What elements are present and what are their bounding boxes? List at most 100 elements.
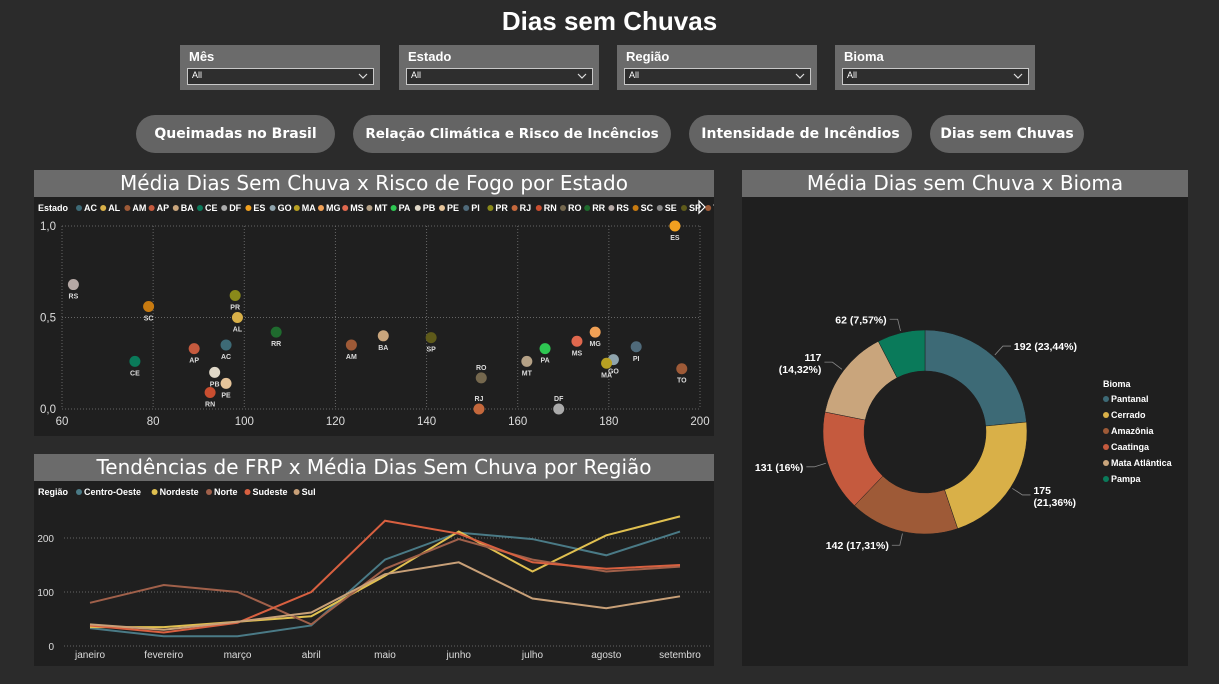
leader-line	[1012, 488, 1031, 496]
y-tick-label: 200	[37, 534, 54, 545]
x-tick-label: 60	[56, 416, 69, 428]
filter-bioma-dropdown[interactable]: All	[842, 68, 1029, 85]
point-label: AC	[221, 354, 231, 361]
legend-item-cerrado: Cerrado	[1111, 410, 1146, 420]
leader-line	[994, 345, 1011, 356]
chevron-down-icon	[577, 73, 587, 79]
slice-label: 175	[1033, 485, 1051, 497]
series-line-nordeste	[90, 515, 681, 629]
filter-mes: Mês All	[180, 45, 380, 90]
point-label: TO	[677, 378, 687, 385]
point-label: BA	[378, 345, 388, 352]
line-panel: Tendências de FRP x Média Dias Sem Chuva…	[34, 454, 714, 666]
point-rs	[67, 279, 79, 291]
legend-item-norte: Norte	[214, 487, 238, 497]
leader-line	[824, 361, 843, 370]
legend-item-ac: AC	[84, 203, 97, 213]
legend-item-caatinga: Caatinga	[1111, 442, 1150, 452]
filter-estado-dropdown[interactable]: All	[406, 68, 593, 85]
filter-estado: Estado All	[399, 45, 599, 90]
legend-item-am: AM	[132, 203, 146, 213]
donut-panel: Média Dias sem Chuva x Bioma 192 (23,44%…	[742, 170, 1188, 666]
legend-marker	[366, 205, 373, 211]
legend-marker	[1103, 396, 1109, 402]
legend-marker	[172, 205, 179, 211]
filter-bioma-value: All	[847, 70, 858, 80]
legend-marker	[487, 205, 494, 211]
nav-queimadas-button[interactable]: Queimadas no Brasil	[136, 115, 335, 153]
legend-item-pe: PE	[447, 203, 459, 213]
point-sp	[425, 332, 437, 344]
slice-pantanal	[924, 329, 1027, 427]
x-tick-label: setembro	[659, 650, 701, 661]
y-tick-label: 0	[48, 642, 54, 653]
legend-marker	[151, 489, 158, 495]
point-mg	[589, 326, 601, 338]
leader-line	[891, 533, 903, 546]
x-tick-label: maio	[374, 650, 396, 661]
x-tick-label: 200	[690, 416, 709, 428]
legend-marker	[1103, 428, 1109, 434]
legend-item-rj: RJ	[520, 203, 532, 213]
legend-item-df: DF	[229, 203, 241, 213]
nav-intensidade-button[interactable]: Intensidade de Incêndios	[689, 115, 912, 153]
filter-estado-label: Estado	[408, 49, 452, 64]
legend-marker	[608, 205, 615, 211]
x-tick-label: 80	[147, 416, 160, 428]
point-ma	[601, 357, 613, 369]
x-tick-label: 160	[508, 416, 527, 428]
point-pb	[209, 366, 221, 378]
point-ac	[220, 339, 232, 351]
point-al	[231, 312, 243, 323]
legend-item-pantanal: Pantanal	[1111, 394, 1149, 404]
point-label: MS	[572, 350, 583, 357]
scatter-panel: Média Dias Sem Chuva x Risco de Fogo por…	[34, 170, 714, 436]
x-tick-label: 140	[417, 416, 436, 428]
legend-marker	[206, 489, 212, 495]
point-am	[345, 339, 357, 351]
legend-marker	[76, 489, 82, 495]
y-tick-label: 1,0	[40, 221, 56, 233]
point-pr	[229, 290, 241, 302]
scatter-title: Média Dias Sem Chuva x Risco de Fogo por…	[34, 170, 714, 197]
nav-dias-sem-chuvas-button[interactable]: Dias sem Chuvas	[930, 115, 1084, 153]
chevron-down-icon	[1013, 73, 1023, 79]
slice-label: (14,32%)	[779, 364, 822, 376]
point-sc	[143, 301, 155, 313]
nav-relacao-climatica-button[interactable]: Relação Climática e Risco de Incêncios	[353, 115, 671, 153]
x-tick-label: março	[224, 650, 252, 661]
point-label: PI	[633, 356, 640, 363]
x-tick-label: 120	[326, 416, 345, 428]
legend-item-ap: AP	[157, 203, 170, 213]
legend-marker	[318, 205, 324, 211]
point-label: RO	[476, 365, 487, 372]
legend-marker	[632, 205, 639, 211]
legend-marker	[76, 205, 82, 211]
legend-marker	[293, 489, 300, 495]
x-tick-label: agosto	[591, 650, 621, 661]
filter-regiao-dropdown[interactable]: All	[624, 68, 811, 85]
series-line-centro-oeste	[89, 530, 681, 638]
y-tick-label: 0,0	[40, 404, 56, 416]
legend-item-rn: RN	[544, 203, 557, 213]
point-label: RJ	[475, 396, 484, 403]
line-title: Tendências de FRP x Média Dias Sem Chuva…	[34, 454, 714, 481]
x-tick-label: junho	[446, 650, 472, 661]
legend-item-pa: PA	[399, 203, 411, 213]
point-label: CE	[130, 370, 140, 377]
filter-mes-dropdown[interactable]: All	[187, 68, 374, 85]
slice-label: (21,36%)	[1033, 497, 1076, 509]
legend-marker	[100, 205, 107, 211]
legend-marker	[269, 205, 276, 211]
legend-marker	[1103, 476, 1109, 482]
legend-item-sudeste: Sudeste	[253, 487, 288, 497]
legend-item-to: TO	[713, 203, 714, 213]
legend-item-es: ES	[253, 203, 265, 213]
legend-marker	[245, 205, 252, 211]
point-label: RN	[205, 402, 215, 409]
point-label: PE	[221, 392, 231, 399]
legend-marker	[1103, 444, 1109, 450]
point-label: ES	[670, 235, 680, 242]
scatter-chart: Estado AC AL AM AP BA CE DF ES GO MA MG MS MT PA PB PE PI…	[38, 199, 714, 428]
legend-item-pi: PI	[471, 203, 480, 213]
